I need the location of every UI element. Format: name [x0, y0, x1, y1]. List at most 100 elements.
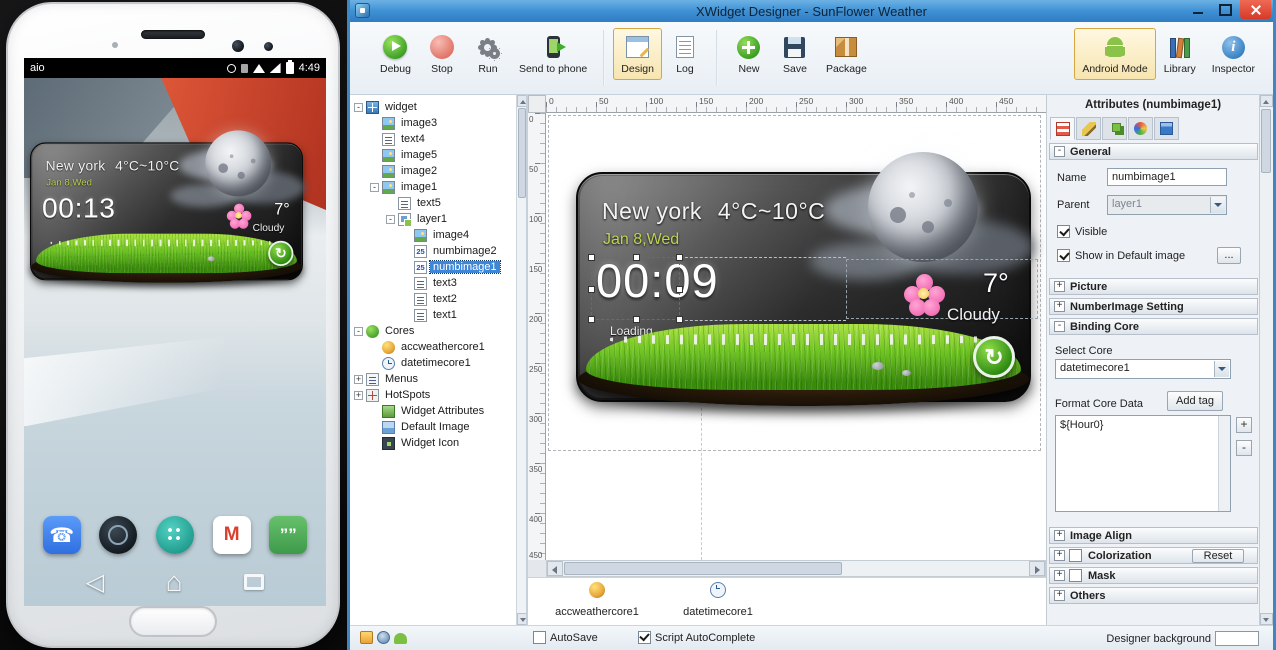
expand-icon[interactable] [354, 375, 363, 384]
tree-item-widget[interactable]: widget [350, 99, 526, 115]
script-autocomplete-toggle[interactable]: Script AutoComplete [638, 631, 755, 644]
globe-icon[interactable] [377, 631, 390, 644]
name-input[interactable]: numbimage1 [1107, 168, 1227, 186]
tab-properties[interactable] [1050, 117, 1075, 140]
log-button[interactable]: Log [662, 28, 708, 80]
tree-item-datetimecore1[interactable]: datetimecore1 [350, 355, 526, 371]
expand-icon[interactable] [1054, 590, 1065, 601]
mask-checkbox[interactable] [1069, 569, 1082, 582]
design-button[interactable]: Design [613, 28, 662, 80]
date-text[interactable]: Jan 8,Wed [603, 231, 679, 249]
expand-icon[interactable] [1054, 570, 1065, 581]
tree-item-image2[interactable]: image2 [350, 163, 526, 179]
add-tag-button[interactable]: Add tag [1167, 391, 1223, 411]
scroll-down-icon[interactable] [1260, 613, 1273, 625]
section-numberimage-setting[interactable]: NumberImage Setting [1049, 298, 1258, 315]
section-others[interactable]: Others [1049, 587, 1258, 604]
tab-color[interactable] [1128, 117, 1153, 140]
tree-item-text5[interactable]: text5 [350, 195, 526, 211]
section-mask[interactable]: Mask [1049, 567, 1258, 584]
android-mode-button[interactable]: Android Mode [1074, 28, 1155, 80]
script-autocomplete-checkbox[interactable] [638, 631, 651, 644]
tree-item-hotspots[interactable]: HotSpots [350, 387, 526, 403]
tree-item-image3[interactable]: image3 [350, 115, 526, 131]
design-canvas[interactable]: New york4°C~10°C Jan 8,Wed 00:09 Loading… [546, 113, 1046, 560]
core-item-datetimecore1[interactable]: datetimecore1 [663, 582, 773, 618]
scroll-up-icon[interactable] [517, 95, 527, 107]
collapse-icon[interactable] [354, 103, 363, 112]
tree-item-image5[interactable]: image5 [350, 147, 526, 163]
debug-button[interactable]: Debug [372, 28, 419, 80]
remove-line-button[interactable] [1236, 440, 1252, 456]
android-icon[interactable] [394, 633, 407, 644]
expand-icon[interactable] [1054, 301, 1065, 312]
textarea-scrollbar[interactable] [1218, 416, 1230, 511]
tree-item-numbimage2[interactable]: 25 numbimage2 [350, 243, 526, 259]
section-binding-core[interactable]: Binding Core [1049, 318, 1258, 335]
parent-select[interactable]: layer1 [1107, 195, 1227, 215]
tree-item-menus[interactable]: Menus [350, 371, 526, 387]
scroll-right-icon[interactable] [1029, 561, 1045, 576]
tab-3d[interactable] [1154, 117, 1179, 140]
attributes-scrollbar[interactable] [1259, 95, 1273, 625]
library-button[interactable]: Library [1156, 28, 1204, 80]
scroll-up-icon[interactable] [1260, 95, 1273, 107]
flower-image[interactable] [904, 274, 946, 316]
refresh-icon[interactable] [973, 336, 1015, 378]
moon-image[interactable] [868, 152, 978, 262]
autosave-toggle[interactable]: AutoSave [533, 631, 598, 644]
run-button[interactable]: Run [465, 28, 511, 80]
add-line-button[interactable] [1236, 417, 1252, 433]
tree-item-layer1[interactable]: layer1 [350, 211, 526, 227]
tree-item-text1[interactable]: text1 [350, 307, 526, 323]
tab-edit[interactable] [1076, 117, 1101, 140]
chevron-down-icon[interactable] [1210, 197, 1225, 213]
collapse-icon[interactable] [370, 183, 379, 192]
package-button[interactable]: Package [818, 28, 875, 80]
new-button[interactable]: New [726, 28, 772, 80]
collapse-icon[interactable] [1054, 146, 1065, 157]
section-image-align[interactable]: Image Align [1049, 527, 1258, 544]
tree-item-text3[interactable]: text3 [350, 275, 526, 291]
colorization-checkbox[interactable] [1069, 549, 1082, 562]
collapse-icon[interactable] [386, 215, 395, 224]
expand-icon[interactable] [1054, 530, 1065, 541]
tree-scrollbar[interactable] [516, 95, 527, 625]
expand-icon[interactable] [354, 391, 363, 400]
tree-item-widget-attributes[interactable]: Widget Attributes [350, 403, 526, 419]
tree-item-image1[interactable]: image1 [350, 179, 526, 195]
tree-item-text4[interactable]: text4 [350, 131, 526, 147]
temperature-text[interactable]: 7° [983, 268, 1009, 299]
tree-item-widget-icon[interactable]: Widget Icon [350, 435, 526, 451]
close-button[interactable] [1240, 0, 1271, 19]
tab-copy[interactable] [1102, 117, 1127, 140]
tree-item-accweathercore1[interactable]: accweathercore1 [350, 339, 526, 355]
condition-text[interactable]: Cloudy [947, 305, 1000, 325]
show-default-image-checkbox[interactable] [1057, 249, 1070, 262]
tree-item-image4[interactable]: image4 [350, 227, 526, 243]
send-to-phone-button[interactable]: Send to phone [511, 28, 595, 80]
reset-button[interactable]: Reset [1192, 549, 1244, 563]
browse-button[interactable]: ... [1217, 247, 1241, 264]
stop-button[interactable]: Stop [419, 28, 465, 80]
select-core-dropdown[interactable]: datetimecore1 [1055, 359, 1231, 379]
tree-item-cores[interactable]: Cores [350, 323, 526, 339]
autosave-checkbox[interactable] [533, 631, 546, 644]
collapse-icon[interactable] [1054, 321, 1065, 332]
skin-folder-icon[interactable] [360, 631, 373, 644]
section-general[interactable]: General [1049, 143, 1258, 160]
core-item-accweathercore1[interactable]: accweathercore1 [542, 582, 652, 618]
visible-checkbox[interactable] [1057, 225, 1070, 238]
canvas-horizontal-scrollbar[interactable] [546, 560, 1046, 577]
format-core-data-textarea[interactable]: ${Hour0} [1055, 415, 1231, 512]
tree-item-numbimage1[interactable]: 25 numbimage1 [350, 259, 526, 275]
expand-icon[interactable] [1054, 281, 1065, 292]
expand-icon[interactable] [1054, 550, 1065, 561]
collapse-icon[interactable] [354, 327, 363, 336]
designer-background-control[interactable]: Designer background [1106, 631, 1259, 646]
section-picture[interactable]: Picture [1049, 278, 1258, 295]
scroll-down-icon[interactable] [517, 613, 527, 625]
tree-item-text2[interactable]: text2 [350, 291, 526, 307]
tree-item-default-image[interactable]: Default Image [350, 419, 526, 435]
city-text[interactable]: New york4°C~10°C [602, 198, 825, 225]
